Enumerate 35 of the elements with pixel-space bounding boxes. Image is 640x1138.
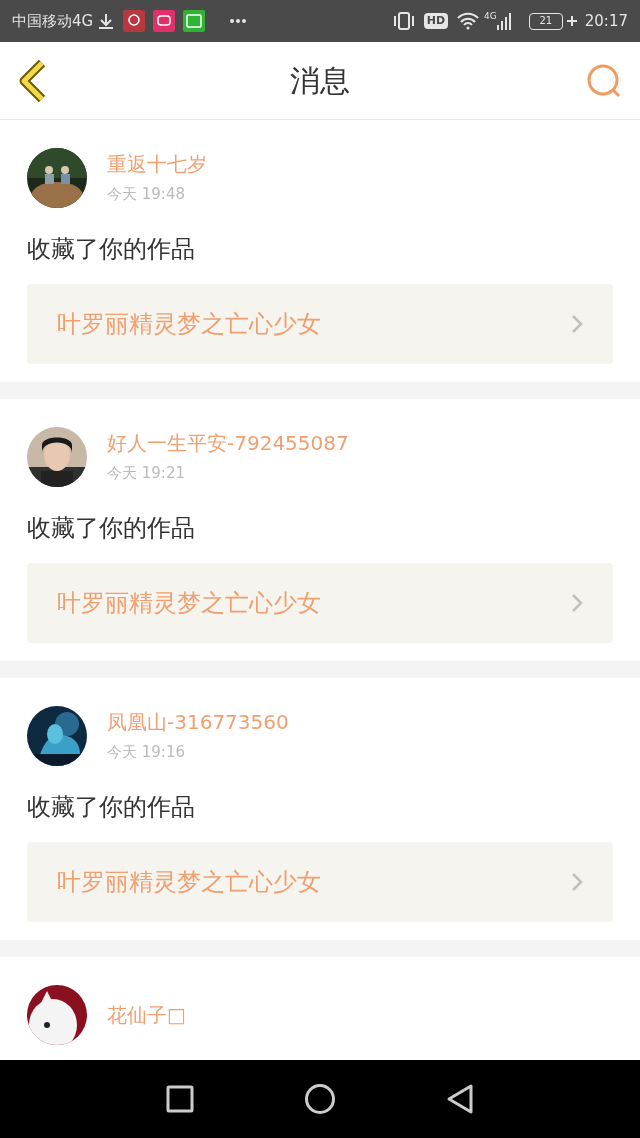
message-time: 今天 19:21 xyxy=(107,464,186,483)
user-name[interactable]: 重返十七岁 xyxy=(107,152,207,178)
chevron-icon xyxy=(571,593,583,613)
back-nav-icon[interactable] xyxy=(446,1083,474,1115)
work-link[interactable]: 叶罗丽精灵梦之亡心少女 xyxy=(27,284,613,364)
hd-badge: HD xyxy=(423,12,449,30)
message-time: 今天 19:16 xyxy=(107,743,186,762)
work-link[interactable]: 叶罗丽精灵梦之亡心少女 xyxy=(27,842,613,922)
network-label: 4G xyxy=(484,10,497,23)
carrier-label: 中国移动4G xyxy=(12,10,94,32)
battery-level: 21 xyxy=(539,16,553,26)
message-time: 今天 19:48 xyxy=(107,185,186,204)
chevron-icon xyxy=(571,872,583,892)
clock: 20:17 xyxy=(584,10,628,32)
chevron-icon xyxy=(571,314,583,334)
app-icon xyxy=(123,10,146,32)
app-icon xyxy=(153,10,176,32)
signal-icon xyxy=(496,12,513,30)
recent-apps-icon[interactable] xyxy=(166,1085,194,1113)
message-text: 收藏了你的作品 xyxy=(27,792,196,822)
search-icon xyxy=(586,62,622,99)
user-name[interactable]: 花仙子□ xyxy=(107,1002,186,1028)
page-title: 消息 xyxy=(290,62,350,100)
user-name[interactable]: 好人一生平安-792455087 xyxy=(107,431,349,457)
wifi-icon xyxy=(456,12,481,30)
home-icon[interactable] xyxy=(304,1083,336,1115)
charging-icon xyxy=(566,16,577,26)
message-text: 收藏了你的作品 xyxy=(27,234,196,264)
vibrate-icon xyxy=(391,11,416,31)
more-icon xyxy=(229,18,248,24)
app-icon xyxy=(183,10,206,32)
user-name[interactable]: 凤凰山-316773560 xyxy=(107,710,289,736)
download-icon xyxy=(97,12,116,30)
work-link[interactable]: 叶罗丽精灵梦之亡心少女 xyxy=(27,563,613,643)
message-text: 收藏了你的作品 xyxy=(27,513,196,543)
